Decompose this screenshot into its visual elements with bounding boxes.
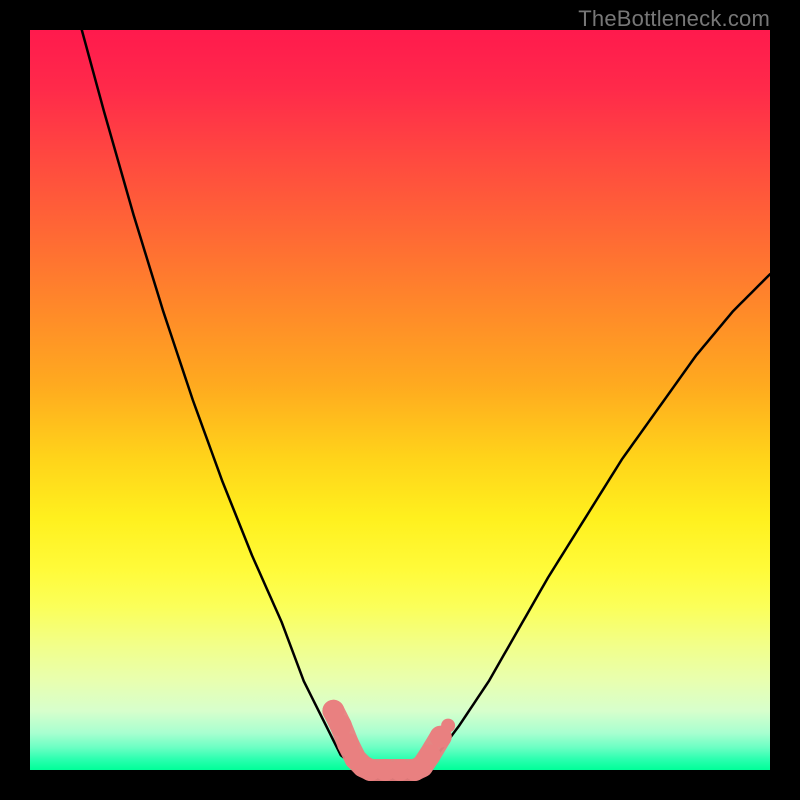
- chart-frame: TheBottleneck.com: [0, 0, 800, 800]
- series-left-curve: [82, 30, 363, 770]
- watermark-text: TheBottleneck.com: [578, 6, 770, 32]
- data-markers: [322, 700, 455, 781]
- marker-dot-outlier: [441, 719, 455, 733]
- curve-lines: [82, 30, 770, 770]
- chart-svg: [30, 30, 770, 770]
- plot-area: [30, 30, 770, 770]
- series-right-curve: [422, 274, 770, 770]
- marker-dot: [419, 744, 441, 766]
